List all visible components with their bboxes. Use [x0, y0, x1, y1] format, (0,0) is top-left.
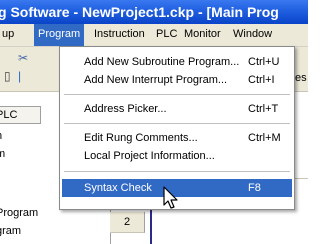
- menu-instruction[interactable]: Instruction: [90, 24, 149, 46]
- toolbar-partial-label: es: [295, 72, 307, 84]
- rung-number[interactable]: 2: [110, 212, 145, 233]
- menu-separator: [64, 171, 290, 172]
- panel-tab-plc[interactable]: PLC: [0, 106, 41, 124]
- mouse-pointer-icon: [163, 186, 178, 209]
- menu-item-add-subroutine[interactable]: Add New Subroutine Program... Ctrl+U: [62, 53, 292, 71]
- menu-item-local-project-info[interactable]: Local Project Information...: [62, 147, 292, 165]
- title-bar: g Software - NewProject1.ckp - [Main Pro…: [0, 0, 308, 24]
- document-icon[interactable]: ▯: [4, 69, 11, 83]
- menu-setup[interactable]: up: [0, 24, 18, 46]
- menu-monitor[interactable]: Monitor: [180, 24, 225, 46]
- window-title: g Software - NewProject1.ckp - [Main Pro…: [0, 4, 279, 20]
- tree-item[interactable]: Program: [0, 205, 38, 221]
- menu-separator: [64, 123, 290, 124]
- menu-plc[interactable]: PLC: [152, 24, 181, 46]
- menu-separator: [64, 94, 290, 95]
- menu-item-edit-rung-comments[interactable]: Edit Rung Comments... Ctrl+M: [62, 129, 292, 147]
- menu-bar: up Program Instruction PLC Monitor Windo…: [0, 24, 308, 47]
- menu-window[interactable]: Window: [229, 24, 276, 46]
- tree-item[interactable]: gram: [0, 223, 21, 239]
- tree-item[interactable]: m: [0, 146, 5, 162]
- scissors-icon[interactable]: ✂: [18, 51, 28, 65]
- menu-item-address-picker[interactable]: Address Picker... Ctrl+T: [62, 100, 292, 118]
- toolbar-separator-icon: |: [18, 69, 22, 83]
- tree-item[interactable]: n: [0, 128, 2, 144]
- menu-program[interactable]: Program: [34, 24, 85, 46]
- menu-item-add-interrupt[interactable]: Add New Interrupt Program... Ctrl+I: [62, 71, 292, 89]
